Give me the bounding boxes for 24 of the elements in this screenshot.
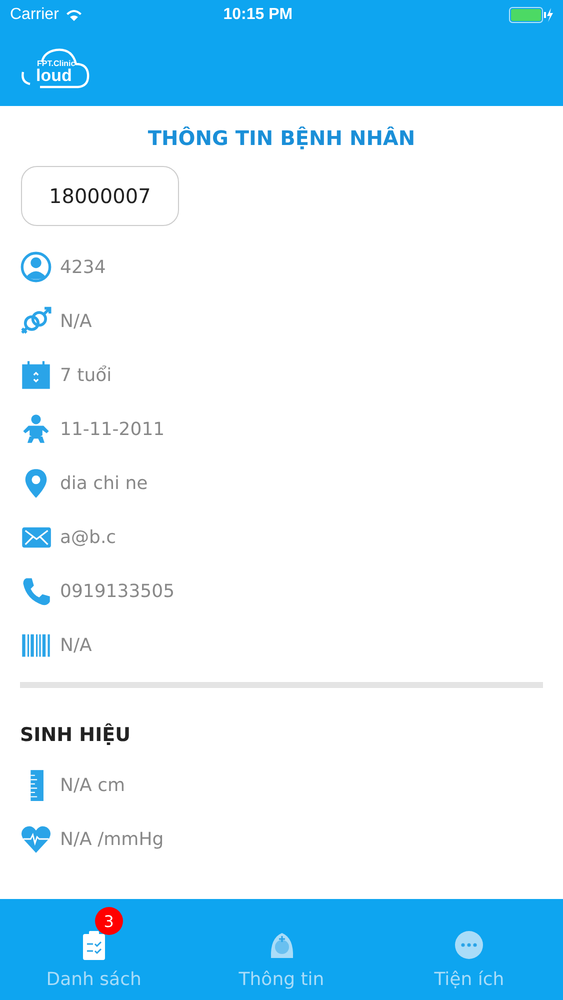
battery-icon (508, 7, 553, 23)
info-value: N/A (60, 634, 92, 656)
app-logo: FPT.Clinic loud (20, 46, 90, 90)
heart-icon (20, 823, 52, 855)
vital-value: N/A cm (60, 774, 125, 796)
info-value: a@b.c (60, 526, 116, 548)
notification-badge: 3 (94, 907, 123, 935)
section-title: SINH HIỆU (20, 724, 132, 746)
calendar-icon (20, 359, 52, 391)
wifi-icon (64, 8, 83, 22)
page-title: THÔNG TIN BỆNH NHÂN (146, 126, 416, 150)
info-value: 7 tuổi (60, 364, 112, 386)
tab[interactable]: Danh sách 3 (0, 899, 188, 1000)
info-value: N/A (60, 310, 92, 332)
phone-icon (20, 575, 52, 607)
carrier-label: Carrier (10, 6, 59, 24)
patient-id-field[interactable]: 18000007 (21, 166, 179, 226)
info-value: dia chi ne (60, 472, 148, 494)
clock: 10:15 PM (223, 6, 293, 24)
info-value: 4234 (60, 256, 106, 278)
info-value: 11-11-2011 (60, 418, 165, 440)
info-value: 0919133505 (60, 580, 175, 602)
vital-value: N/A /mmHg (60, 828, 164, 850)
person-icon (20, 251, 52, 283)
